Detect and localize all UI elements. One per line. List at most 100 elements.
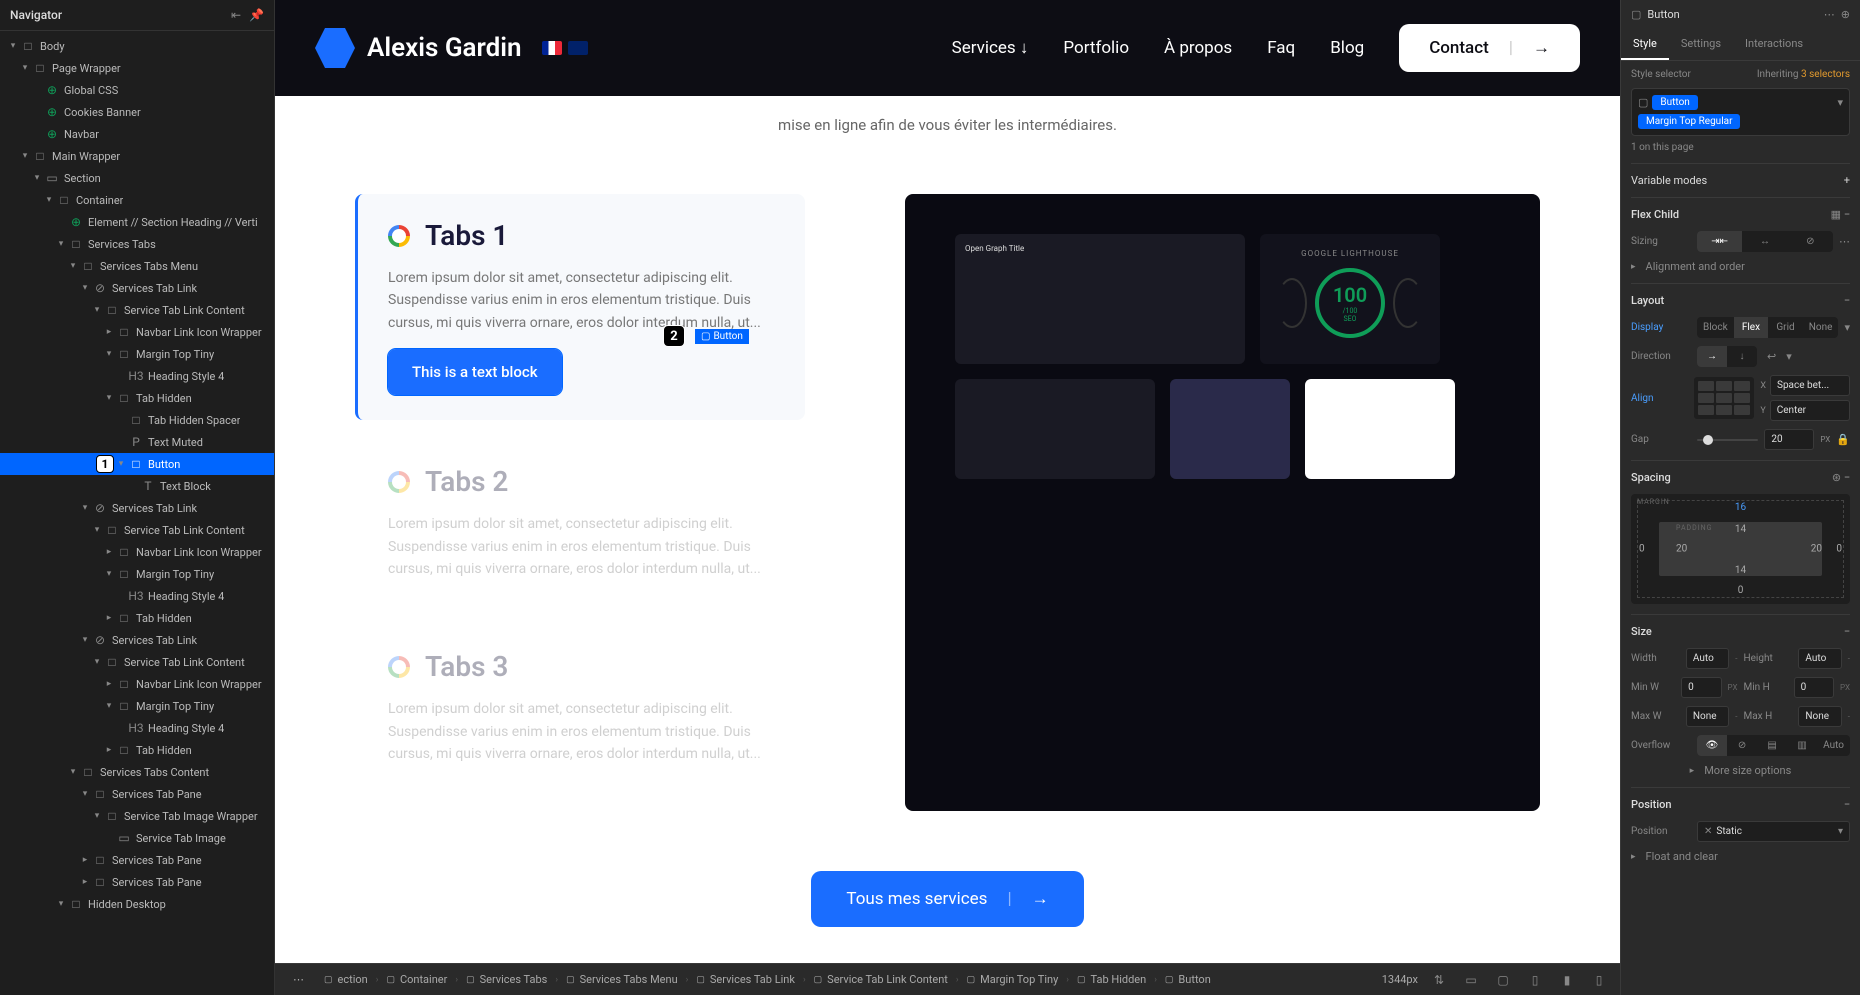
tree-row[interactable]: TText Block	[0, 475, 274, 497]
direction-col[interactable]: ↓	[1727, 346, 1757, 367]
display-none[interactable]: None	[1803, 317, 1839, 338]
tree-row[interactable]: PText Muted	[0, 431, 274, 453]
tree-row[interactable]: ⊕Global CSS	[0, 79, 274, 101]
nav-link-portfolio[interactable]: Portfolio	[1063, 38, 1129, 58]
site-logo[interactable]: Alexis Gardin	[315, 28, 522, 68]
tree-caret-icon[interactable]: ▾	[30, 173, 44, 183]
device-desktop-icon[interactable]: ▭	[1460, 969, 1482, 991]
breadcrumb-item[interactable]: ▢Margin Top Tiny	[959, 969, 1067, 990]
tab-interactions[interactable]: Interactions	[1733, 29, 1815, 60]
minw-input[interactable]: 0	[1681, 677, 1721, 698]
collapse-icon[interactable]: −	[1844, 471, 1850, 484]
maxh-input[interactable]: None	[1798, 706, 1841, 727]
flag-uk-icon[interactable]	[568, 41, 588, 55]
collapse-icon[interactable]: ⇤	[231, 8, 241, 22]
collapse-icon[interactable]: −	[1844, 294, 1850, 307]
align-x-select[interactable]: Space bet...	[1770, 375, 1850, 396]
height-input[interactable]: Auto	[1798, 648, 1841, 669]
tree-caret-icon[interactable]: ▾	[114, 459, 128, 469]
padding-right-input[interactable]: 20	[1811, 544, 1822, 555]
padding-left-input[interactable]: 20	[1676, 544, 1687, 555]
tab-settings[interactable]: Settings	[1669, 29, 1733, 60]
breadcrumb-more[interactable]: ⋯	[285, 969, 312, 990]
tree-row[interactable]: ⊕Element // Section Heading // Verti	[0, 211, 274, 233]
link-icon[interactable]: ⊛	[1832, 471, 1841, 484]
more-icon[interactable]: ⋯	[1824, 8, 1835, 21]
tree-row[interactable]: H3Heading Style 4	[0, 365, 274, 387]
tree-row[interactable]: ▾▭Section	[0, 167, 274, 189]
margin-bottom-input[interactable]: 0	[1738, 585, 1744, 596]
device-tablet-icon[interactable]: ▢	[1492, 969, 1514, 991]
caret-right-icon[interactable]: ▸	[1631, 852, 1636, 862]
tree-caret-icon[interactable]: ▾	[78, 789, 92, 799]
overflow-visible-icon[interactable]: 👁	[1697, 735, 1727, 756]
tree-caret-icon[interactable]: ▾	[54, 899, 68, 909]
padding-bottom-input[interactable]: 14	[1735, 565, 1746, 576]
tree-row[interactable]: ▾⊘Services Tab Link	[0, 497, 274, 519]
navigator-tree[interactable]: ▾□Body▾□Page Wrapper⊕Global CSS⊕Cookies …	[0, 31, 274, 995]
tree-caret-icon[interactable]: ▾	[6, 41, 20, 51]
tree-row[interactable]: ▸□Tab Hidden	[0, 607, 274, 629]
minh-input[interactable]: 0	[1794, 677, 1834, 698]
tree-caret-icon[interactable]: ▾	[18, 63, 32, 73]
tree-row[interactable]: ▾□Services Tab Pane	[0, 783, 274, 805]
tree-caret-icon[interactable]: ▸	[102, 327, 116, 337]
tree-row[interactable]: ▾□Margin Top Tiny	[0, 695, 274, 717]
chevron-down-icon[interactable]: ▾	[1844, 321, 1850, 334]
tree-row[interactable]: ▾□Services Tabs	[0, 233, 274, 255]
tree-caret-icon[interactable]: ▾	[18, 151, 32, 161]
tree-caret-icon[interactable]: ▾	[102, 701, 116, 711]
selected-button-element[interactable]: This is a text block	[388, 349, 562, 395]
class-chip-button[interactable]: Button	[1652, 95, 1697, 110]
tree-row[interactable]: ▾□Service Tab Link Content	[0, 651, 274, 673]
breadcrumb-item[interactable]: ▢Services Tabs Menu	[558, 969, 686, 990]
breadcrumb-item[interactable]: ▢Button	[1157, 969, 1219, 990]
tree-row[interactable]: ▾□Container	[0, 189, 274, 211]
tree-row[interactable]: ▾□Page Wrapper	[0, 57, 274, 79]
tree-row[interactable]: H3Heading Style 4	[0, 585, 274, 607]
breadcrumb-item[interactable]: ▢Tab Hidden	[1069, 969, 1154, 990]
breadcrumb-item[interactable]: ▢Services Tab Link	[688, 969, 803, 990]
overflow-auto[interactable]: Auto	[1817, 735, 1850, 756]
tree-row[interactable]: □Tab Hidden Spacer	[0, 409, 274, 431]
pin-icon[interactable]: 📌	[249, 8, 264, 22]
tree-row[interactable]: ▸□Navbar Link Icon Wrapper	[0, 321, 274, 343]
device-small-icon[interactable]: ▯	[1588, 969, 1610, 991]
device-mobile-l-icon[interactable]: ▯	[1524, 969, 1546, 991]
display-grid[interactable]: Grid	[1768, 317, 1803, 338]
tree-row[interactable]: ▭Service Tab Image	[0, 827, 274, 849]
class-chip-margin[interactable]: Margin Top Regular	[1638, 114, 1740, 129]
tree-row[interactable]: ▾□Main Wrapper	[0, 145, 274, 167]
tree-row[interactable]: ⊕Cookies Banner	[0, 101, 274, 123]
nav-link-faq[interactable]: Faq	[1267, 38, 1295, 58]
tree-row[interactable]: ▸□Tab Hidden	[0, 739, 274, 761]
tree-caret-icon[interactable]: ▾	[54, 239, 68, 249]
margin-top-input[interactable]: 16	[1735, 502, 1746, 513]
overflow-hidden-icon[interactable]: ⊘	[1727, 735, 1757, 756]
tree-caret-icon[interactable]: ▸	[102, 679, 116, 689]
maxw-input[interactable]: None	[1686, 706, 1729, 727]
tree-row[interactable]: ▾□Hidden Desktop	[0, 893, 274, 915]
tree-caret-icon[interactable]: ▸	[102, 745, 116, 755]
tree-caret-icon[interactable]: ▾	[102, 569, 116, 579]
collapse-icon[interactable]: −	[1844, 208, 1850, 221]
gap-slider[interactable]	[1697, 439, 1758, 441]
device-mobile-icon[interactable]: ▮	[1556, 969, 1578, 991]
collapse-icon[interactable]: −	[1844, 625, 1850, 638]
sizing-none[interactable]: ⊘	[1788, 231, 1833, 252]
breadcrumb-item[interactable]: ▢Container	[378, 969, 455, 990]
tree-caret-icon[interactable]: ▾	[66, 261, 80, 271]
selector-input[interactable]: ▢ Button ▾ Margin Top Regular	[1631, 88, 1850, 136]
padding-top-input[interactable]: 14	[1735, 524, 1746, 535]
tree-row[interactable]: ▾□Services Tabs Content	[0, 761, 274, 783]
overflow-scroll-y-icon[interactable]: ▥	[1787, 735, 1817, 756]
tree-row[interactable]: ▸□Navbar Link Icon Wrapper	[0, 673, 274, 695]
tree-caret-icon[interactable]: ▾	[102, 349, 116, 359]
tree-caret-icon[interactable]: ▾	[90, 657, 104, 667]
caret-right-icon[interactable]: ▸	[1631, 262, 1636, 272]
tree-row[interactable]: ⊕Navbar	[0, 123, 274, 145]
canvas-viewport[interactable]: Alexis Gardin Services ↓ Portfolio À pro…	[275, 0, 1620, 963]
collapse-icon[interactable]: −	[1844, 798, 1850, 811]
chevron-down-icon[interactable]: ▾	[1786, 350, 1792, 363]
tree-row[interactable]: ▾□Service Tab Link Content	[0, 299, 274, 321]
